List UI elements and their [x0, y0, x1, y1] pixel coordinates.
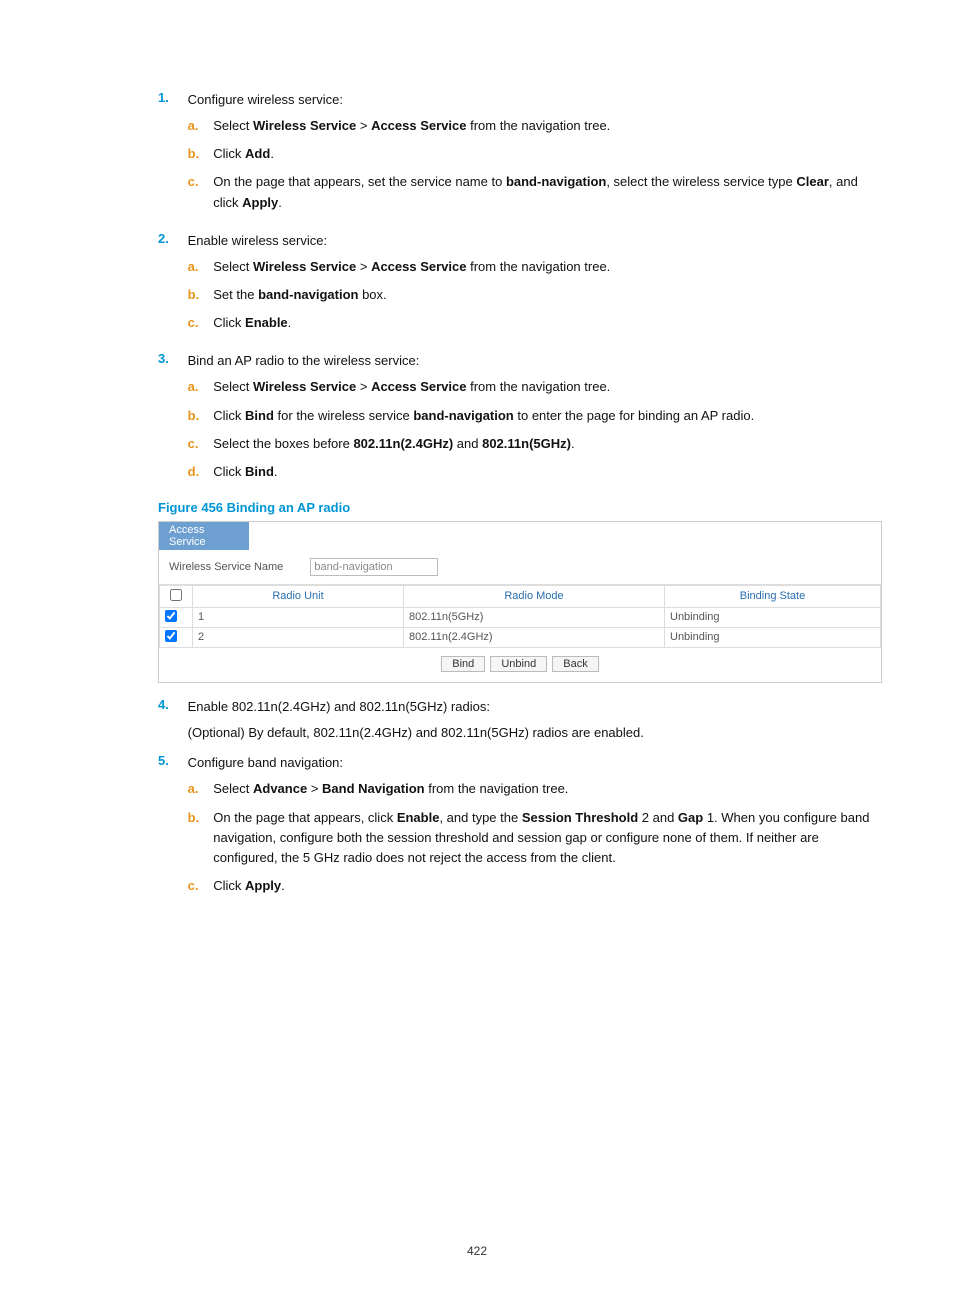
col-radio-mode: Radio Mode — [404, 585, 665, 607]
substep-text: Click Bind for the wireless service band… — [213, 406, 873, 426]
substep-letter: c. — [188, 876, 210, 896]
cell-radio-mode: 802.11n(2.4GHz) — [404, 627, 665, 647]
table-row: 2 802.11n(2.4GHz) Unbinding — [160, 627, 881, 647]
substep-text: Click Apply. — [213, 876, 873, 896]
unbind-button[interactable]: Unbind — [490, 656, 547, 672]
cell-radio-unit: 2 — [193, 627, 404, 647]
substep-letter: b. — [188, 144, 210, 164]
substep-letter: c. — [188, 434, 210, 454]
ui-screenshot: Access Service Wireless Service Name Rad… — [158, 521, 882, 683]
cell-binding-state: Unbinding — [665, 607, 881, 627]
substep-letter: b. — [188, 406, 210, 426]
page-number: 422 — [0, 1244, 954, 1258]
substep-letter: a. — [188, 377, 210, 397]
substep-letter: a. — [188, 116, 210, 136]
substep-text: Click Enable. — [213, 313, 873, 333]
substep-letter: c. — [188, 313, 210, 333]
step-text: Configure band navigation: — [188, 755, 343, 770]
substep-text: Select Wireless Service > Access Service… — [213, 116, 873, 136]
substep-text: Click Bind. — [213, 462, 873, 482]
bind-button[interactable]: Bind — [441, 656, 485, 672]
select-all-checkbox[interactable] — [170, 589, 182, 601]
substep-letter: a. — [188, 257, 210, 277]
row-checkbox[interactable] — [165, 610, 177, 622]
substep-text: Set the band-navigation box. — [213, 285, 873, 305]
substep-text: Select the boxes before 802.11n(2.4GHz) … — [213, 434, 873, 454]
step-text: Enable 802.11n(2.4GHz) and 802.11n(5GHz)… — [188, 699, 490, 714]
substep-letter: a. — [188, 779, 210, 799]
substep-text: On the page that appears, click Enable, … — [213, 808, 873, 868]
substep-text: Select Wireless Service > Access Service… — [213, 377, 873, 397]
substep-text: Click Add. — [213, 144, 873, 164]
step-text: Configure wireless service: — [188, 92, 343, 107]
cell-radio-mode: 802.11n(5GHz) — [404, 607, 665, 627]
cell-radio-unit: 1 — [193, 607, 404, 627]
figure-title: Figure 456 Binding an AP radio — [158, 500, 898, 515]
col-binding-state: Binding State — [665, 585, 881, 607]
step-number: 4. — [158, 697, 184, 712]
substep-letter: c. — [188, 172, 210, 192]
step-number: 1. — [158, 90, 184, 105]
step-number: 5. — [158, 753, 184, 768]
step-number: 2. — [158, 231, 184, 246]
table-row: 1 802.11n(5GHz) Unbinding — [160, 607, 881, 627]
wireless-service-name-label: Wireless Service Name — [169, 561, 283, 573]
substep-text: Select Advance > Band Navigation from th… — [213, 779, 873, 799]
tab-access-service[interactable]: Access Service — [159, 522, 249, 550]
back-button[interactable]: Back — [552, 656, 598, 672]
col-radio-unit: Radio Unit — [193, 585, 404, 607]
step-text: Enable wireless service: — [188, 233, 327, 248]
wireless-service-name-input[interactable] — [310, 558, 438, 576]
substep-text: Select Wireless Service > Access Service… — [213, 257, 873, 277]
substep-letter: d. — [188, 462, 210, 482]
substep-text: On the page that appears, set the servic… — [213, 172, 873, 212]
row-checkbox[interactable] — [165, 630, 177, 642]
cell-binding-state: Unbinding — [665, 627, 881, 647]
substep-letter: b. — [188, 285, 210, 305]
step-text-line2: (Optional) By default, 802.11n(2.4GHz) a… — [188, 723, 644, 743]
step-text: Bind an AP radio to the wireless service… — [188, 353, 420, 368]
substep-letter: b. — [188, 808, 210, 828]
step-number: 3. — [158, 351, 184, 366]
